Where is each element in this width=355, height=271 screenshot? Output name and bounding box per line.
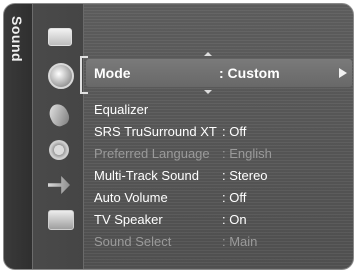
menu-item-multi-track-sound[interactable]: Multi-Track Sound : Stereo bbox=[94, 165, 343, 185]
scroll-down-icon bbox=[204, 90, 212, 94]
menu-item-value: : English bbox=[222, 145, 272, 161]
menu-item-label: Auto Volume bbox=[94, 189, 168, 205]
menu-item-label: Sound Select bbox=[94, 233, 172, 249]
menu-item-label: SRS TruSurround XT bbox=[94, 123, 217, 139]
menu-item-value: : Off bbox=[222, 123, 247, 139]
menu-item-mode[interactable]: Mode : Custom bbox=[94, 63, 343, 83]
picture-icon[interactable] bbox=[48, 28, 72, 46]
setup-icon[interactable] bbox=[49, 140, 69, 160]
category-icon-column bbox=[33, 4, 84, 269]
channel-icon[interactable] bbox=[46, 101, 72, 129]
menu-item-label: Multi-Track Sound bbox=[94, 167, 199, 183]
menu-item-label: Preferred Language bbox=[94, 145, 210, 161]
tv-osd-screen: Sound Mode : Custom Equalizer SRS TruSur… bbox=[3, 3, 354, 270]
menu-item-label: Mode bbox=[94, 65, 131, 81]
menu-item-label: Equalizer bbox=[94, 101, 149, 117]
side-tab-label: Sound bbox=[9, 16, 25, 63]
menu-item-sound-select: Sound Select : Main bbox=[94, 231, 343, 251]
sound-icon[interactable] bbox=[48, 63, 74, 89]
menu-item-auto-volume[interactable]: Auto Volume : Off bbox=[94, 187, 343, 207]
menu-item-preferred-language: Preferred Language : English bbox=[94, 143, 343, 163]
menu-item-value: : Stereo bbox=[222, 167, 268, 183]
menu-item-value: : Main bbox=[222, 233, 258, 249]
application-icon[interactable] bbox=[48, 210, 74, 230]
menu-item-label: TV Speaker bbox=[94, 211, 163, 227]
scroll-up-icon bbox=[204, 52, 212, 56]
menu-item-value: : Off bbox=[222, 189, 247, 205]
input-icon[interactable] bbox=[48, 176, 70, 194]
sound-menu: Mode : Custom Equalizer SRS TruSurround … bbox=[84, 4, 353, 269]
menu-item-value: : Custom bbox=[219, 65, 280, 81]
menu-item-equalizer[interactable]: Equalizer bbox=[94, 99, 343, 119]
menu-item-value: : On bbox=[222, 211, 247, 227]
menu-item-srs-trusurround[interactable]: SRS TruSurround XT : Off bbox=[94, 121, 343, 141]
menu-item-tv-speaker[interactable]: TV Speaker : On bbox=[94, 209, 343, 229]
side-tab: Sound bbox=[4, 4, 33, 269]
